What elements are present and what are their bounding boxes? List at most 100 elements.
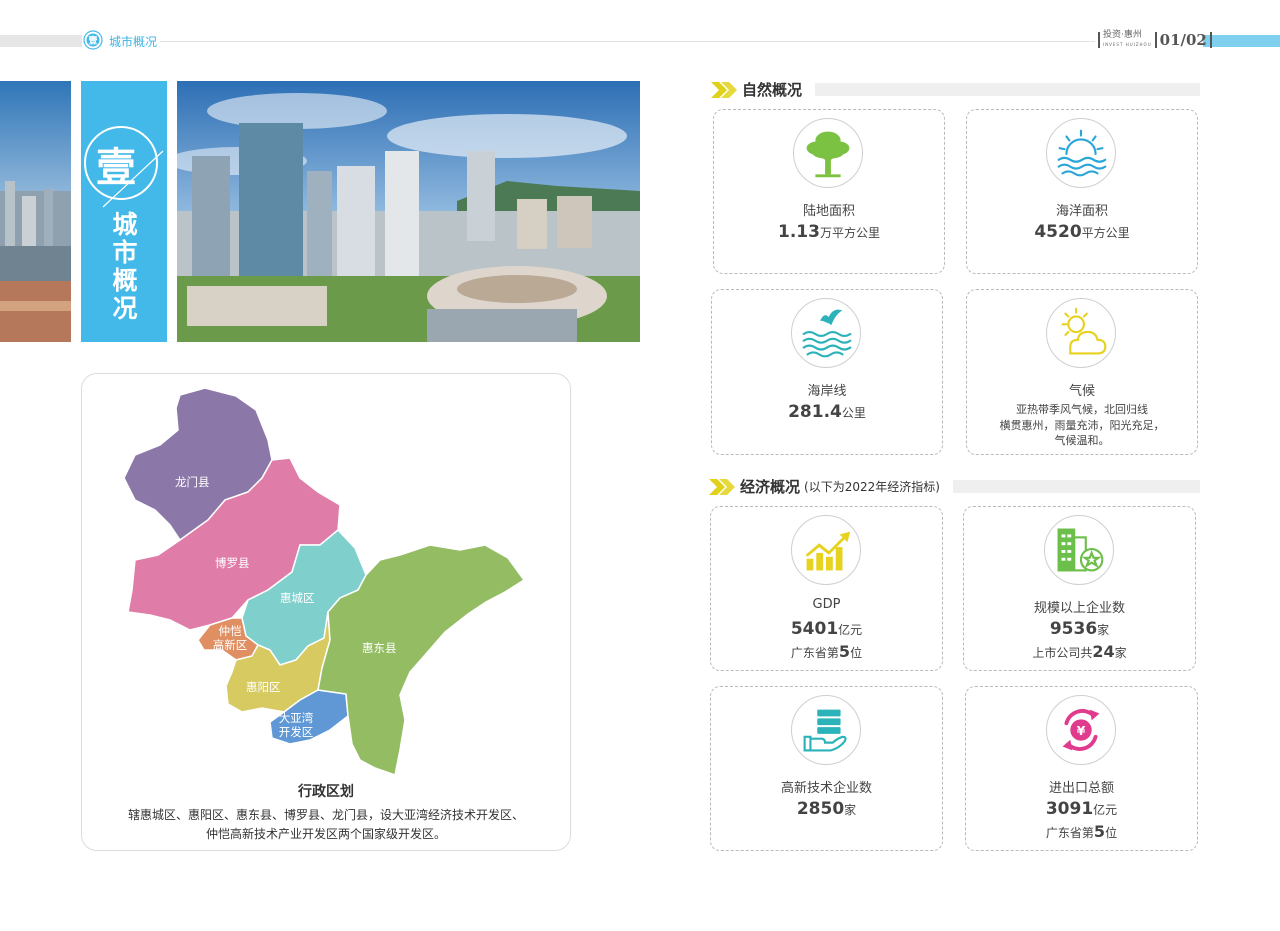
- economy-section-note: (以下为2022年经济指标): [804, 480, 940, 494]
- stat-number: 5401: [790, 619, 839, 639]
- economy-section-title: 经济概况: [740, 478, 801, 496]
- label-longmen: 龙门县: [175, 475, 210, 489]
- section-banner-tab: 壹 城市概况: [81, 81, 167, 342]
- stat-rank: 广东省第5位: [966, 822, 1197, 841]
- stat-label: 海洋面积: [1055, 204, 1108, 219]
- rank-prefix: 广东省第: [790, 646, 839, 660]
- rank-suffix: 位: [1105, 826, 1118, 840]
- slogan-cn: 投资·惠州: [1103, 30, 1142, 40]
- label-huidong: 惠东县: [362, 641, 397, 655]
- stat-unit: 亿元: [838, 623, 863, 637]
- stat-number: 3091: [1045, 799, 1094, 819]
- listed-companies: 上市公司共24家: [964, 642, 1195, 661]
- stat-value: 3091亿元: [966, 799, 1197, 819]
- stat-value: 2850家: [711, 799, 942, 819]
- slogan-en: INVEST HUIZHOU: [1103, 42, 1152, 47]
- listed-suffix: 家: [1114, 646, 1127, 660]
- stat-number: 2850: [796, 799, 845, 819]
- header-right-bar: [1203, 35, 1280, 47]
- listed-number: 24: [1092, 642, 1115, 661]
- building-star-icon: [1043, 515, 1114, 585]
- server-hand-icon: [790, 695, 861, 765]
- svg-text:¥: ¥: [1076, 723, 1085, 738]
- sea-sun-icon: [1046, 118, 1116, 188]
- label-zhongkai-line1: 仲恺: [218, 624, 242, 638]
- page-number: 01/02: [1159, 31, 1207, 49]
- economy-section-heading: 经济概况 (以下为2022年经济指标): [708, 476, 940, 497]
- header-section-title: 城市概况: [109, 35, 158, 49]
- label-boluo: 博罗县: [215, 556, 250, 570]
- stat-card-trade: ¥ 进出口总额 3091亿元 广东省第5位: [965, 686, 1198, 851]
- stat-label: 气候: [1068, 384, 1095, 399]
- double-chevron-icon: [709, 478, 735, 495]
- stat-unit: 公里: [841, 406, 866, 420]
- rank-suffix: 位: [850, 646, 863, 660]
- stat-label: 陆地面积: [802, 204, 855, 219]
- tree-icon: [793, 118, 863, 188]
- rank-number: 5: [838, 642, 851, 661]
- label-huiyang: 惠阳区: [246, 680, 281, 694]
- stat-unit: 亿元: [1093, 803, 1118, 817]
- stat-value: 281.4公里: [712, 402, 942, 422]
- stat-card-climate: 气候 亚热带季风气候，北回归线 横贯惠州，雨量充沛，阳光充足， 气候温和。: [966, 289, 1198, 455]
- header-separator: [1209, 32, 1212, 48]
- label-dayawan-line2: 开发区: [278, 725, 314, 739]
- stat-number: 1.13: [778, 222, 820, 242]
- stat-label: 高新技术企业数: [780, 781, 872, 796]
- stat-card-coastline: 海岸线 281.4公里: [711, 289, 943, 455]
- rank-number: 5: [1093, 822, 1106, 841]
- climate-description: 亚热带季风气候，北回归线 横贯惠州，雨量充沛，阳光充足， 气候温和。: [977, 402, 1187, 449]
- stat-unit: 万平方公里: [819, 226, 880, 240]
- label-dayawan: 大亚湾 开发区: [276, 711, 316, 739]
- section-badge-text: 壹: [88, 35, 97, 47]
- district-map: [123, 387, 526, 776]
- stat-value: 5401亿元: [711, 619, 942, 639]
- stat-label: 规模以上企业数: [1033, 601, 1125, 616]
- header-slogan: 投资·惠州 INVEST HUIZHOU: [1103, 31, 1152, 49]
- natural-section-title: 自然概况: [742, 81, 803, 99]
- label-zhongkai: 仲恺 高新区: [210, 624, 250, 652]
- stat-unit: 平方公里: [1081, 226, 1130, 240]
- label-dayawan-line1: 大亚湾: [278, 711, 314, 725]
- rank-prefix: 广东省第: [1045, 826, 1094, 840]
- double-chevron-icon: [711, 81, 737, 98]
- map-description-line2: 仲恺高新技术产业开发区两个国家级开发区。: [205, 827, 446, 841]
- stat-label: 进出口总额: [1048, 781, 1114, 796]
- label-huicheng: 惠城区: [280, 591, 315, 605]
- banner-title: 城市概况: [112, 210, 138, 323]
- natural-section-bar: [815, 83, 1200, 96]
- header-right: 投资·惠州 INVEST HUIZHOU 01/02: [1098, 31, 1212, 49]
- map-description-line1: 辖惠城区、惠阳区、惠东县、博罗县、龙门县，设大亚湾经济技术开发区、: [127, 808, 524, 822]
- city-skyline-photo: [177, 81, 640, 342]
- stat-card-land-area: 陆地面积 1.13万平方公里: [713, 109, 945, 274]
- climate-desc-line3: 气候温和。: [1054, 434, 1110, 447]
- stat-card-hightech: 高新技术企业数 2850家: [710, 686, 943, 851]
- banner-number: 壹: [96, 144, 136, 191]
- city-photo-left: [0, 81, 71, 342]
- stat-rank: 广东省第5位: [711, 642, 942, 661]
- stat-number: 4520: [1034, 222, 1082, 242]
- stat-number: 281.4: [788, 402, 842, 422]
- natural-section-heading: 自然概况: [710, 79, 802, 100]
- header-divider: [160, 41, 1095, 42]
- map-description: 辖惠城区、惠阳区、惠东县、博罗县、龙门县，设大亚湾经济技术开发区、 仲恺高新技术…: [81, 806, 571, 844]
- stat-unit: 家: [1097, 623, 1110, 637]
- stat-value: 9536家: [964, 619, 1195, 639]
- header-left-bar: [0, 35, 82, 47]
- map-title: 行政区划: [298, 784, 354, 800]
- stat-number: 9536: [1049, 619, 1098, 639]
- stat-card-enterprises: 规模以上企业数 9536家 上市公司共24家: [963, 506, 1196, 671]
- stat-unit: 家: [844, 803, 857, 817]
- growth-chart-icon: [790, 515, 861, 585]
- coastline-bird-icon: [791, 298, 861, 368]
- header-separator: [1154, 32, 1157, 48]
- stat-value: 4520平方公里: [967, 222, 1197, 242]
- stat-card-gdp: GDP 5401亿元 广东省第5位: [710, 506, 943, 671]
- stat-label: GDP: [812, 597, 841, 612]
- header-separator: [1098, 32, 1100, 48]
- listed-prefix: 上市公司共: [1032, 646, 1093, 660]
- yuan-exchange-icon: ¥: [1045, 695, 1116, 765]
- label-zhongkai-line2: 高新区: [212, 638, 248, 652]
- economy-section-bar: [953, 480, 1200, 493]
- climate-desc-line2: 横贯惠州，雨量充沛，阳光充足，: [999, 418, 1165, 432]
